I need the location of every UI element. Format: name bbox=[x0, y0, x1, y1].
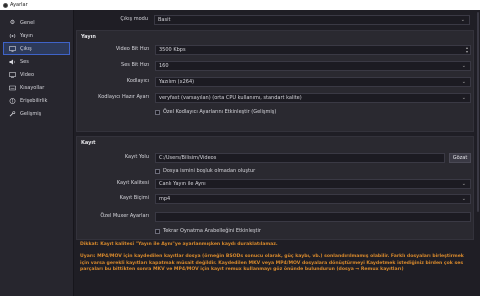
sidebar-item-accessibility[interactable]: Erişebilirlik bbox=[3, 94, 70, 107]
broadcast-icon bbox=[9, 33, 16, 39]
browse-button[interactable]: Gözat bbox=[449, 153, 471, 163]
spin-arrows-icon[interactable]: ▴ ▾ bbox=[466, 46, 468, 54]
sidebar-item-label: Çıkış bbox=[20, 45, 32, 52]
keyboard-icon bbox=[9, 85, 16, 91]
video-bitrate-row: Video Bit Hızı 3500 Kbps ▴ ▾ bbox=[77, 45, 475, 55]
output-settings-panel: Çıkış modu Basit ⌄ Yayın Video Bit Hızı … bbox=[76, 10, 474, 296]
pause-warning-text: Dikkat: Kayıt kalitesi "Yayın ile Aynı"y… bbox=[80, 242, 278, 247]
sidebar-item-stream[interactable]: Yayın bbox=[3, 29, 70, 42]
audio-bitrate-value: 160 bbox=[159, 63, 169, 69]
record-format-value: mp4 bbox=[159, 196, 171, 202]
wrench-icon bbox=[9, 110, 16, 117]
accessibility-icon bbox=[9, 97, 16, 104]
audio-bitrate-select[interactable]: 160 ⌄ bbox=[155, 61, 471, 71]
sidebar-item-output[interactable]: Çıkış bbox=[3, 42, 70, 55]
sidebar-item-label: Video bbox=[20, 71, 35, 78]
no-space-label: Dosya ismini boşluk olmadan oluştur bbox=[163, 168, 256, 174]
settings-sidebar: ⚙ Genel Yayın Çıkış Ses Video Kısayollar bbox=[0, 10, 74, 296]
stream-group: Yayın Video Bit Hızı 3500 Kbps ▴ ▾ Ses Bi… bbox=[76, 30, 474, 132]
sidebar-item-hotkeys[interactable]: Kısayollar bbox=[3, 81, 70, 94]
sidebar-item-label: Ses bbox=[20, 58, 29, 65]
window-title: Ayarlar bbox=[10, 2, 28, 8]
video-bitrate-spinbox[interactable]: 3500 Kbps ▴ ▾ bbox=[155, 45, 471, 55]
record-path-input[interactable]: C:/Users/Bilisim/Videos bbox=[155, 153, 445, 163]
record-format-label: Kayıt Biçimi bbox=[119, 195, 149, 201]
chevron-down-icon: ⌄ bbox=[461, 79, 466, 85]
muxer-input[interactable] bbox=[155, 212, 471, 222]
monitor-icon bbox=[9, 71, 16, 78]
gear-icon: ⚙ bbox=[9, 18, 16, 26]
chevron-down-icon: ⌄ bbox=[461, 181, 466, 187]
chevron-down-icon: ⌄ bbox=[460, 17, 465, 23]
muxer-row: Özel Muxer Ayarları bbox=[77, 212, 475, 222]
speaker-icon bbox=[9, 59, 16, 65]
title-bar: Ayarlar bbox=[0, 0, 480, 10]
record-path-label: Kayıt Yolu bbox=[124, 154, 149, 160]
replay-buffer-checkbox[interactable] bbox=[155, 228, 160, 234]
custom-encoder-checkbox-row[interactable]: Özel Kodlayıcı Ayarlarını Etkinleştir (G… bbox=[155, 108, 276, 116]
video-bitrate-label: Video Bit Hızı bbox=[115, 46, 149, 52]
record-quality-select[interactable]: Canlı Yayın ile Aynı ⌄ bbox=[155, 179, 471, 189]
stream-header: Yayın bbox=[81, 34, 96, 40]
sidebar-item-label: Yayın bbox=[20, 32, 33, 39]
sidebar-item-video[interactable]: Video bbox=[3, 68, 70, 81]
muxer-label: Özel Muxer Ayarları bbox=[100, 213, 149, 219]
content-scrollbar[interactable] bbox=[476, 10, 480, 296]
mp4-warning-text: Uyarı: MP4/MOV için kaydedilen kayıtlar … bbox=[80, 254, 464, 272]
recording-group: Kayıt Kayıt Yolu C:/Users/Bilisim/Videos… bbox=[76, 136, 474, 240]
sidebar-item-label: Erişebilirlik bbox=[20, 97, 48, 104]
output-mode-row: Çıkış modu Basit ⌄ bbox=[76, 15, 474, 25]
sidebar-item-label: Kısayollar bbox=[20, 84, 45, 91]
custom-encoder-label: Özel Kodlayıcı Ayarlarını Etkinleştir (G… bbox=[163, 109, 277, 115]
encoder-preset-row: Kodlayıcı Hazır Ayarı veryfast (varsayıl… bbox=[77, 93, 475, 103]
record-quality-value: Canlı Yayın ile Aynı bbox=[159, 181, 206, 187]
sidebar-item-advanced[interactable]: Gelişmiş bbox=[3, 107, 70, 120]
custom-encoder-checkbox[interactable] bbox=[155, 109, 160, 115]
no-space-checkbox[interactable] bbox=[155, 168, 160, 174]
record-format-row: Kayıt Biçimi mp4 ⌄ bbox=[77, 194, 475, 204]
scrollbar-thumb[interactable] bbox=[477, 12, 479, 212]
audio-bitrate-label: Ses Bit Hızı bbox=[121, 62, 149, 68]
chevron-down-icon: ⌄ bbox=[461, 95, 466, 101]
app-icon bbox=[3, 2, 8, 8]
no-space-checkbox-row[interactable]: Dosya ismini boşluk olmadan oluştur bbox=[155, 167, 255, 175]
audio-bitrate-row: Ses Bit Hızı 160 ⌄ bbox=[77, 61, 475, 71]
recording-header: Kayıt bbox=[81, 140, 96, 146]
output-mode-value: Basit bbox=[158, 17, 171, 23]
replay-buffer-checkbox-row[interactable]: Tekrar Oynatma Arabelleğini Etkinleştir bbox=[155, 227, 261, 235]
encoder-label: Kodlayıcı bbox=[126, 78, 149, 84]
record-quality-row: Kayıt Kalitesi Canlı Yayın ile Aynı ⌄ bbox=[77, 179, 475, 189]
sidebar-item-general[interactable]: ⚙ Genel bbox=[3, 16, 70, 29]
chevron-down-icon: ⌄ bbox=[461, 63, 466, 69]
sidebar-item-label: Gelişmiş bbox=[20, 110, 42, 117]
record-format-select[interactable]: mp4 ⌄ bbox=[155, 194, 471, 204]
output-icon bbox=[9, 45, 16, 52]
encoder-preset-label: Kodlayıcı Hazır Ayarı bbox=[98, 94, 149, 100]
video-bitrate-value: 3500 Kbps bbox=[159, 47, 186, 53]
output-mode-select[interactable]: Basit ⌄ bbox=[154, 15, 470, 25]
encoder-preset-select[interactable]: veryfast (varsayılan) (orta CPU kullanım… bbox=[155, 93, 471, 103]
sidebar-item-label: Genel bbox=[20, 19, 35, 26]
encoder-value: Yazılım (x264) bbox=[159, 79, 195, 85]
encoder-row: Kodlayıcı Yazılım (x264) ⌄ bbox=[77, 77, 475, 87]
chevron-down-icon: ⌄ bbox=[461, 196, 466, 202]
record-quality-label: Kayıt Kalitesi bbox=[116, 180, 149, 186]
output-mode-label: Çıkış modu bbox=[120, 16, 148, 22]
sidebar-item-audio[interactable]: Ses bbox=[3, 55, 70, 68]
encoder-preset-value: veryfast (varsayılan) (orta CPU kullanım… bbox=[159, 95, 302, 101]
replay-buffer-label: Tekrar Oynatma Arabelleğini Etkinleştir bbox=[163, 228, 261, 234]
record-path-value: C:/Users/Bilisim/Videos bbox=[159, 155, 217, 161]
encoder-select[interactable]: Yazılım (x264) ⌄ bbox=[155, 77, 471, 87]
record-path-row: Kayıt Yolu C:/Users/Bilisim/Videos Gözat bbox=[77, 153, 475, 163]
